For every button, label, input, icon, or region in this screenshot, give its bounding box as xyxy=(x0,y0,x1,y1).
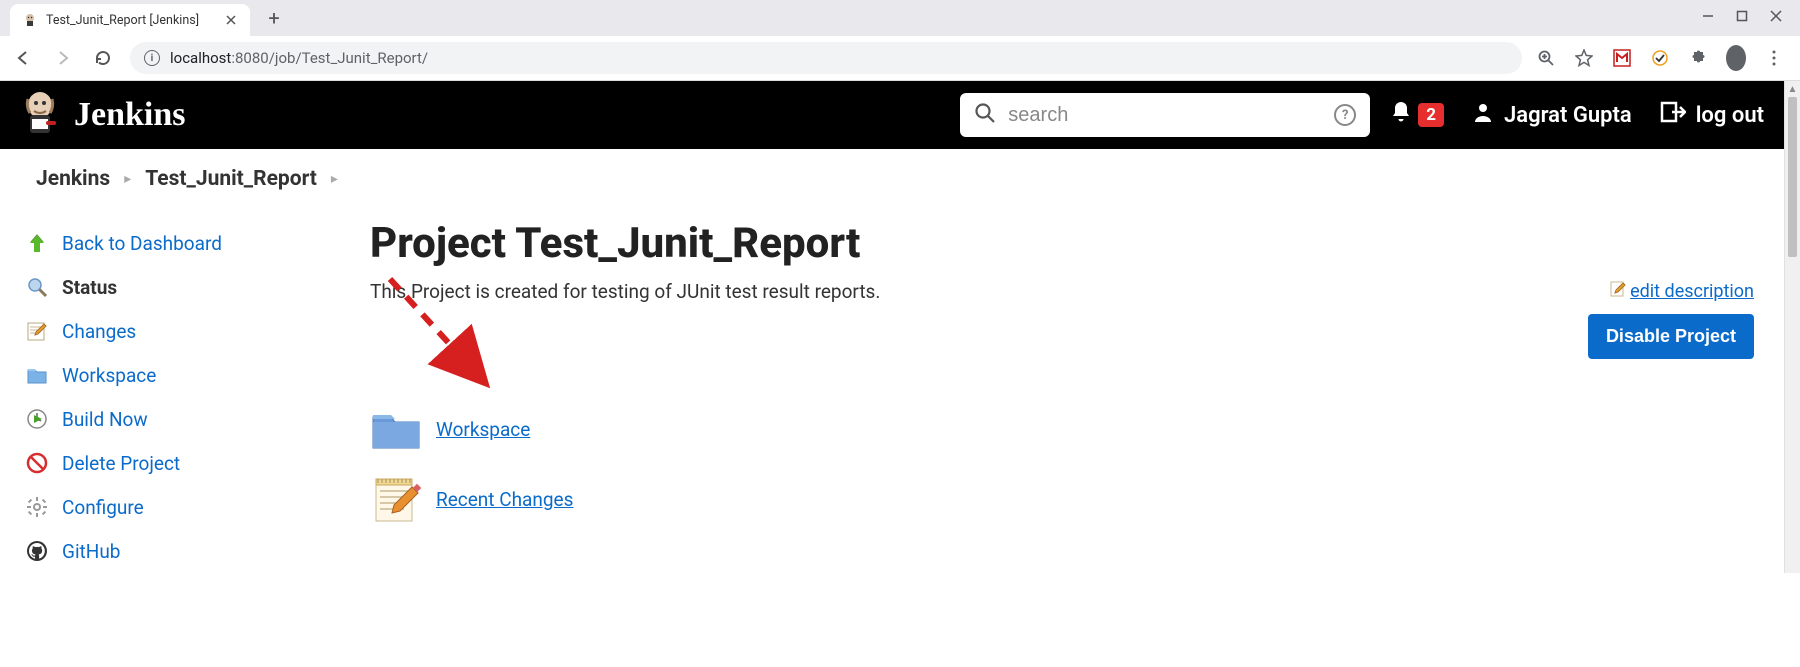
sidebar-item-workspace[interactable]: Workspace xyxy=(18,353,340,397)
search-box: ? xyxy=(960,93,1370,137)
project-description: This Project is created for testing of J… xyxy=(370,280,1754,303)
sidebar-item-label: Changes xyxy=(62,320,136,343)
window-close-icon[interactable] xyxy=(1770,10,1782,26)
search-icon xyxy=(974,102,996,128)
notepad-pencil-icon xyxy=(370,473,422,525)
sidebar-item-github[interactable]: GitHub xyxy=(18,529,340,573)
new-tab-button[interactable]: + xyxy=(260,4,288,32)
disable-project-button[interactable]: Disable Project xyxy=(1588,314,1754,359)
jenkins-favicon xyxy=(22,12,38,28)
breadcrumb: Jenkins ▸ Test_Junit_Report ▸ xyxy=(0,149,1784,197)
chevron-right-icon: ▸ xyxy=(331,171,338,187)
zoom-icon[interactable] xyxy=(1536,48,1556,68)
delete-forbidden-icon xyxy=(24,450,50,476)
sidebar-item-label: Workspace xyxy=(62,364,156,387)
window-controls xyxy=(1684,10,1800,26)
jenkins-logo[interactable]: Jenkins xyxy=(20,89,186,141)
mcafee-icon[interactable] xyxy=(1612,48,1632,68)
logout-icon xyxy=(1660,101,1686,129)
edit-pencil-icon xyxy=(1610,281,1626,302)
sidebar-item-label: Back to Dashboard xyxy=(62,232,222,255)
sidebar-item-configure[interactable]: Configure xyxy=(18,485,340,529)
scrollbar-thumb[interactable] xyxy=(1788,97,1797,257)
user-icon xyxy=(1472,101,1494,129)
logout-link[interactable]: log out xyxy=(1660,101,1764,129)
user-link[interactable]: Jagrat Gupta xyxy=(1472,101,1632,129)
sidebar-item-label: Delete Project xyxy=(62,452,180,475)
address-bar[interactable]: i localhost:8080/job/Test_Junit_Report/ xyxy=(130,42,1522,74)
sidebar-item-status[interactable]: Status xyxy=(18,265,340,309)
sidebar-item-build-now[interactable]: Build Now xyxy=(18,397,340,441)
window-maximize-icon[interactable] xyxy=(1736,10,1748,26)
gear-icon xyxy=(24,494,50,520)
browser-tab-title: Test_Junit_Report [Jenkins] xyxy=(46,13,216,28)
reload-button[interactable] xyxy=(90,45,116,71)
extension-icon[interactable] xyxy=(1650,48,1670,68)
logout-label: log out xyxy=(1696,103,1764,128)
address-text: localhost:8080/job/Test_Junit_Report/ xyxy=(170,49,428,67)
user-name-label: Jagrat Gupta xyxy=(1504,103,1632,128)
sidebar-item-label: Configure xyxy=(62,496,144,519)
sidebar-item-label: Build Now xyxy=(62,408,148,431)
chevron-right-icon: ▸ xyxy=(124,171,131,187)
jenkins-mascot-icon xyxy=(20,89,60,141)
jenkins-header: Jenkins ? 2 Jagrat Gupta log out xyxy=(0,81,1784,149)
scrollbar-up-arrow-icon[interactable]: ▲ xyxy=(1785,81,1800,97)
folder-icon xyxy=(370,403,422,455)
recent-changes-quick-link: Recent Changes xyxy=(370,473,1754,525)
sidebar-item-changes[interactable]: Changes xyxy=(18,309,340,353)
edit-description-link[interactable]: edit description xyxy=(1610,281,1754,302)
search-glass-icon xyxy=(24,274,50,300)
vertical-scrollbar[interactable]: ▲ xyxy=(1784,81,1800,573)
site-info-icon[interactable]: i xyxy=(144,50,160,66)
workspace-link[interactable]: Workspace xyxy=(436,418,530,441)
notepad-icon xyxy=(24,318,50,344)
notifications[interactable]: 2 xyxy=(1390,100,1444,130)
recent-changes-link[interactable]: Recent Changes xyxy=(436,488,573,511)
notification-badge: 2 xyxy=(1418,103,1444,127)
browser-tab[interactable]: Test_Junit_Report [Jenkins] xyxy=(10,4,250,36)
page-title: Project Test_Junit_Report xyxy=(370,219,1754,268)
sidebar-item-delete-project[interactable]: Delete Project xyxy=(18,441,340,485)
tab-close-icon[interactable] xyxy=(224,13,238,27)
back-button[interactable] xyxy=(10,45,36,71)
main-content: Project Test_Junit_Report This Project i… xyxy=(340,197,1784,573)
chrome-menu-icon[interactable] xyxy=(1764,48,1784,68)
search-help-icon[interactable]: ? xyxy=(1334,104,1356,126)
search-input[interactable] xyxy=(1008,104,1322,127)
profile-avatar-icon[interactable] xyxy=(1726,48,1746,68)
github-icon xyxy=(24,538,50,564)
bookmark-star-icon[interactable] xyxy=(1574,48,1594,68)
edit-description-label: edit description xyxy=(1630,281,1754,302)
workspace-quick-link: Workspace xyxy=(370,403,1754,455)
arrow-up-icon xyxy=(24,230,50,256)
forward-button[interactable] xyxy=(50,45,76,71)
clock-play-icon xyxy=(24,406,50,432)
sidebar: Back to Dashboard Status Changes Workspa… xyxy=(0,197,340,573)
sidebar-item-label: GitHub xyxy=(62,540,120,563)
breadcrumb-item-root[interactable]: Jenkins xyxy=(36,167,110,191)
sidebar-item-label: Status xyxy=(62,276,117,299)
window-minimize-icon[interactable] xyxy=(1702,10,1714,26)
browser-chrome: Test_Junit_Report [Jenkins] + i localhos… xyxy=(0,0,1800,81)
bell-icon xyxy=(1390,100,1412,130)
sidebar-item-back-to-dashboard[interactable]: Back to Dashboard xyxy=(18,221,340,265)
extensions-puzzle-icon[interactable] xyxy=(1688,48,1708,68)
breadcrumb-item-project[interactable]: Test_Junit_Report xyxy=(145,167,317,191)
jenkins-brand-text: Jenkins xyxy=(74,96,186,134)
folder-icon xyxy=(24,362,50,388)
